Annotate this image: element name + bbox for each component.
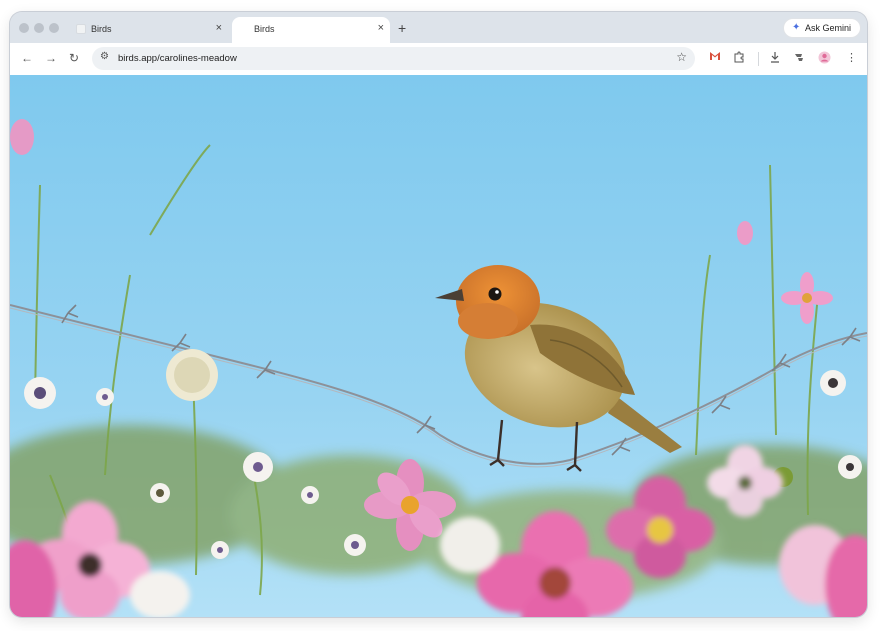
address-bar[interactable]: ⚙ birds.app/carolines-meadow ☆ xyxy=(92,47,695,70)
forward-arrow-icon[interactable]: → xyxy=(45,51,57,65)
tab-title: Birds xyxy=(91,24,112,34)
ask-gemini-button[interactable]: ✦ Ask Gemini xyxy=(783,18,861,38)
tab-close-icon[interactable]: × xyxy=(216,22,222,34)
gemini-sparkle-icon: ✦ xyxy=(792,22,801,33)
star-icon[interactable]: ☆ xyxy=(676,50,687,64)
gmail-icon[interactable] xyxy=(709,51,721,64)
tab-favicon-icon xyxy=(76,24,86,34)
back-arrow-icon[interactable]: ← xyxy=(21,51,33,65)
minimize-window-button[interactable] xyxy=(34,23,44,33)
tab-title: Birds xyxy=(254,24,275,34)
reload-icon[interactable]: ↻ xyxy=(69,51,79,65)
extension-icon[interactable] xyxy=(794,51,806,66)
zoom-window-button[interactable] xyxy=(49,23,59,33)
download-icon[interactable] xyxy=(769,51,781,66)
close-window-button[interactable] xyxy=(19,23,29,33)
title-bar: Birds × Birds × + ✦ Ask Gemini xyxy=(10,12,867,43)
new-tab-button[interactable]: + xyxy=(398,20,406,36)
tune-icon[interactable]: ⚙ xyxy=(100,51,109,62)
kebab-menu-icon[interactable]: ⋮ xyxy=(846,51,857,64)
toolbar: ← → ↻ ⚙ birds.app/carolines-meadow ☆ ⋮ xyxy=(10,43,867,76)
toolbar-divider xyxy=(758,52,759,66)
tab-close-icon[interactable]: × xyxy=(378,22,384,34)
url-text[interactable]: birds.app/carolines-meadow xyxy=(118,53,237,64)
tab-birds-2[interactable]: Birds × xyxy=(232,17,390,43)
profile-icon[interactable] xyxy=(818,51,831,67)
ask-gemini-label: Ask Gemini xyxy=(805,23,852,33)
bird-photo xyxy=(10,75,867,617)
page-content xyxy=(10,75,867,617)
browser-window: Birds × Birds × + ✦ Ask Gemini ← → ↻ ⚙ b… xyxy=(10,12,867,617)
puzzle-icon[interactable] xyxy=(733,51,745,66)
tab-birds-1[interactable]: Birds × xyxy=(70,17,228,43)
